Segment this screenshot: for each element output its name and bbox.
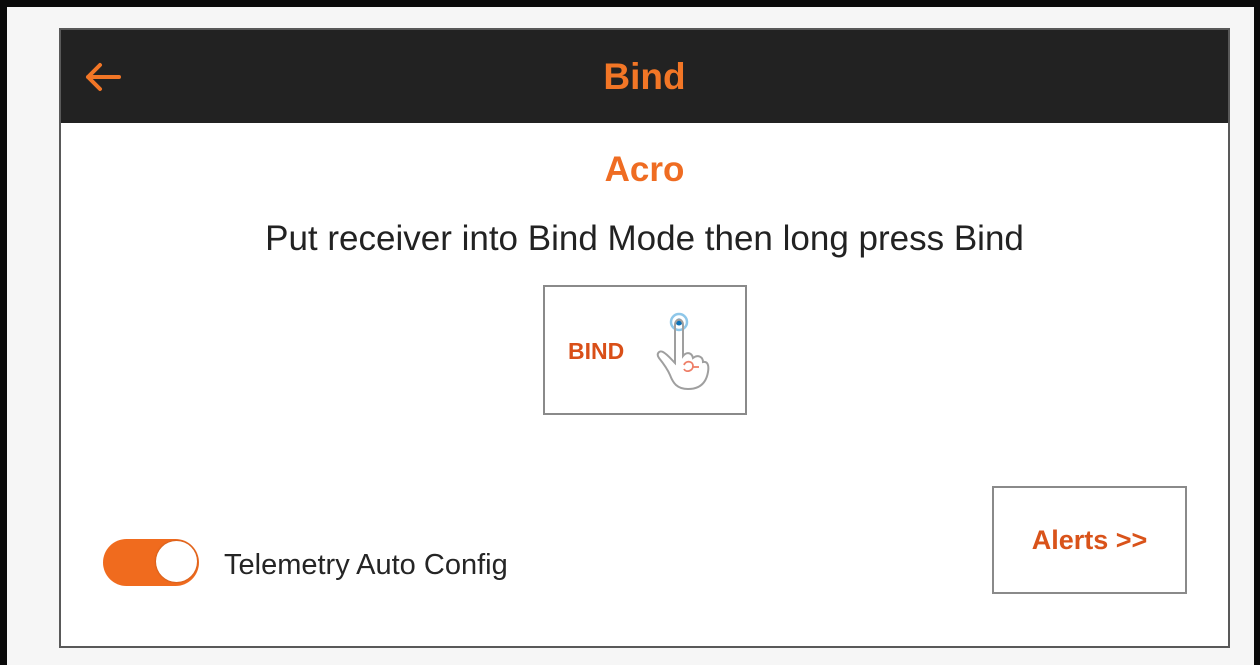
alerts-button[interactable]: Alerts >> — [992, 486, 1187, 594]
bind-button-label: BIND — [568, 338, 625, 364]
bind-screen: Bind Acro Put receiver into Bind Mode th… — [59, 28, 1230, 648]
toggle-knob — [156, 541, 197, 582]
telemetry-auto-config-toggle[interactable] — [103, 539, 199, 586]
bind-instruction: Put receiver into Bind Mode then long pr… — [265, 219, 1024, 258]
touch-hand-icon — [656, 312, 710, 391]
page-title: Bind — [603, 56, 686, 97]
model-name: Acro — [604, 150, 685, 189]
title-bar: Bind — [61, 30, 1228, 123]
bind-button[interactable]: BIND — [543, 285, 747, 415]
alerts-button-label: Alerts >> — [1031, 524, 1148, 555]
telemetry-auto-config-label: Telemetry Auto Config — [224, 549, 508, 581]
